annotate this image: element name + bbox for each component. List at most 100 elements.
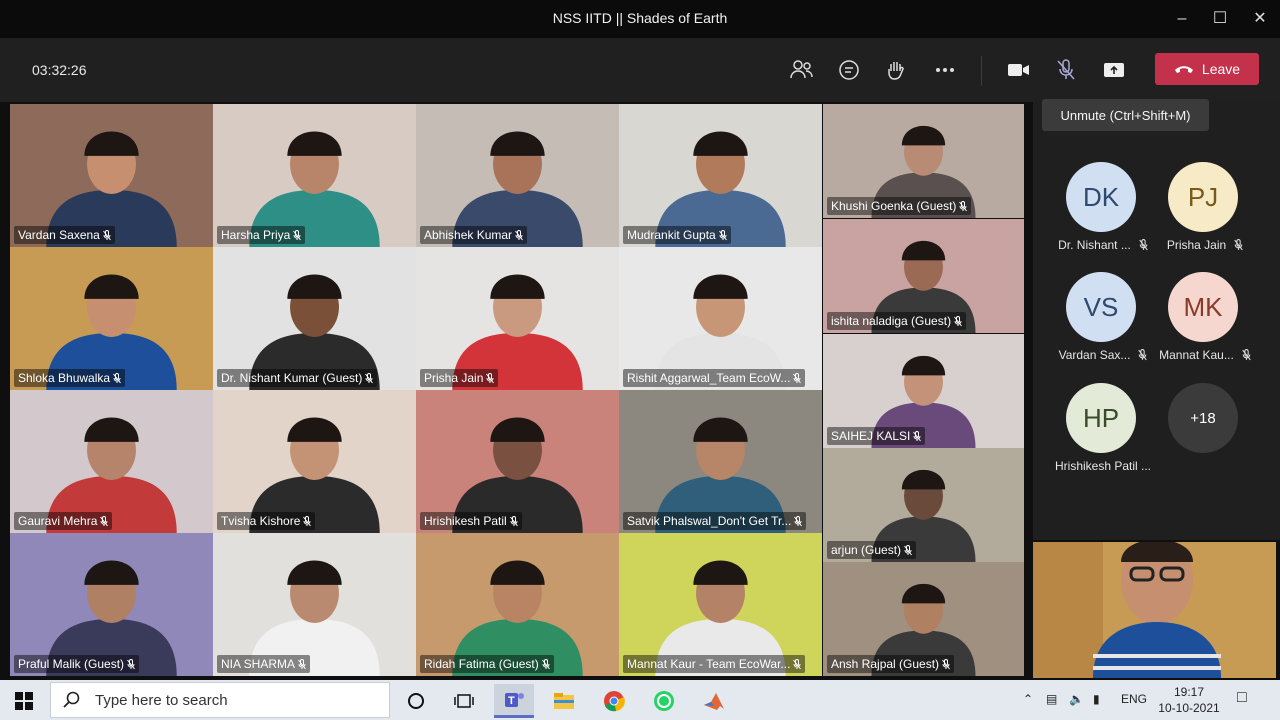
notifications-icon[interactable]: □ bbox=[1237, 689, 1247, 707]
self-view[interactable] bbox=[1033, 542, 1276, 678]
participant-name-label: Gauravi Mehra bbox=[14, 512, 113, 530]
unmute-tooltip: Unmute (Ctrl+Shift+M) bbox=[1042, 99, 1209, 131]
participant-name-label: Mudrankit Gupta bbox=[623, 226, 731, 244]
participant-name: Tvisha Kishore bbox=[221, 514, 301, 528]
video-grid: Vardan Saxena Harsha Priya Abhishek Kuma… bbox=[0, 102, 1030, 680]
sidebar-participant[interactable]: DK Dr. Nishant ... bbox=[1053, 162, 1153, 262]
show-hidden-icons[interactable]: ⌃ bbox=[1023, 692, 1033, 706]
participant-tile[interactable]: Tvisha Kishore bbox=[213, 390, 416, 533]
chrome-icon[interactable] bbox=[594, 684, 634, 718]
mic-muted-icon bbox=[954, 315, 962, 326]
search-icon bbox=[63, 691, 80, 708]
participant-tile[interactable]: Rishit Aggarwal_Team EcoW... bbox=[619, 247, 822, 390]
participant-tile[interactable]: Harsha Priya bbox=[213, 104, 416, 247]
windows-start-icon[interactable] bbox=[4, 684, 44, 718]
avatar: DK bbox=[1066, 162, 1136, 232]
sidebar-participant[interactable]: MK Mannat Kau... bbox=[1155, 272, 1255, 372]
phone-hangup-icon bbox=[1174, 66, 1193, 73]
avatar: MK bbox=[1168, 272, 1238, 342]
participant-name-label: ishita naladiga (Guest) bbox=[827, 312, 967, 330]
maximize-icon[interactable]: ☐ bbox=[1208, 8, 1232, 30]
participant-sidebar: DK Dr. Nishant ... PJ Prisha Jain VS Varda… bbox=[1033, 102, 1280, 540]
participant-name: SAIHEJ KALSI bbox=[831, 429, 911, 443]
sidebar-participant-label: Dr. Nishant ... bbox=[1053, 238, 1153, 252]
participant-tile[interactable]: NIA SHARMA bbox=[213, 533, 416, 676]
search-placeholder: Type here to search bbox=[95, 691, 228, 709]
participant-name: Khushi Goenka (Guest) bbox=[831, 199, 957, 213]
sidebar-participant-name: Vardan Sax... bbox=[1058, 348, 1131, 362]
participant-name-label: Ansh Rajpal (Guest) bbox=[827, 655, 955, 673]
participant-name-label: Mannat Kaur - Team EcoWar... bbox=[623, 655, 806, 673]
mic-muted-icon bbox=[1139, 239, 1148, 251]
mic-muted-icon bbox=[303, 515, 312, 526]
participant-tile[interactable]: Ridah Fatima (Guest) bbox=[416, 533, 619, 676]
matlab-icon[interactable] bbox=[694, 684, 734, 718]
file-explorer-icon[interactable] bbox=[544, 684, 584, 718]
mic-muted-icon bbox=[913, 430, 922, 441]
raise-hand-icon[interactable] bbox=[882, 55, 912, 85]
participant-name-label: Khushi Goenka (Guest) bbox=[827, 197, 972, 215]
sidebar-participant[interactable]: +18 bbox=[1155, 383, 1255, 483]
participant-tile[interactable]: Vardan Saxena bbox=[10, 104, 213, 247]
participant-tile[interactable]: Praful Malik (Guest) bbox=[10, 533, 213, 676]
sidebar-participant[interactable]: PJ Prisha Jain bbox=[1155, 162, 1255, 262]
svg-text:T: T bbox=[508, 695, 515, 707]
participant-tile[interactable]: Gauravi Mehra bbox=[10, 390, 213, 533]
camera-icon[interactable] bbox=[1003, 55, 1033, 85]
participant-tile[interactable]: Satvik Phalswal_Don't Get Tr... bbox=[619, 390, 822, 533]
leave-button[interactable]: Leave bbox=[1155, 53, 1259, 85]
participant-name: Rishit Aggarwal_Team EcoW... bbox=[627, 371, 791, 385]
taskbar-search-box[interactable]: Type here to search bbox=[50, 682, 390, 718]
share-screen-icon[interactable] bbox=[1099, 55, 1129, 85]
participant-tile[interactable]: Hrishikesh Patil bbox=[416, 390, 619, 533]
clock-date: 10-10-2021 bbox=[1158, 701, 1220, 715]
participant-name: Satvik Phalswal_Don't Get Tr... bbox=[627, 514, 792, 528]
participant-name: Hrishikesh Patil bbox=[424, 514, 507, 528]
close-icon[interactable]: ✕ bbox=[1248, 8, 1272, 30]
minimize-icon[interactable]: – bbox=[1170, 8, 1194, 30]
mic-muted-icon bbox=[942, 658, 950, 669]
volume-icon[interactable]: 🔈 bbox=[1069, 692, 1084, 706]
window-title: NSS IITD || Shades of Earth bbox=[552, 10, 728, 26]
battery-icon[interactable]: ▮ bbox=[1093, 692, 1100, 706]
task-view-icon[interactable] bbox=[444, 684, 484, 718]
participant-tile[interactable]: SAIHEJ KALSI bbox=[823, 334, 1024, 448]
participant-tile[interactable]: Ansh Rajpal (Guest) bbox=[823, 562, 1024, 676]
network-icon[interactable]: ▤ bbox=[1046, 692, 1057, 706]
participant-name-label: Dr. Nishant Kumar (Guest) bbox=[217, 369, 378, 387]
participant-name-label: Praful Malik (Guest) bbox=[14, 655, 140, 673]
taskbar-clock[interactable]: 19:17 10-10-2021 bbox=[1158, 684, 1220, 716]
chat-icon[interactable] bbox=[834, 55, 864, 85]
clock-time: 19:17 bbox=[1173, 685, 1205, 699]
teams-icon[interactable]: T bbox=[494, 684, 534, 718]
participants-icon[interactable] bbox=[786, 55, 816, 85]
participant-tile[interactable]: Dr. Nishant Kumar (Guest) bbox=[213, 247, 416, 390]
mic-muted-icon bbox=[102, 229, 111, 240]
participant-tile[interactable]: Shloka Bhuwalka bbox=[10, 247, 213, 390]
mic-muted-icon bbox=[794, 515, 803, 526]
more-options-icon[interactable] bbox=[930, 55, 960, 85]
sidebar-participant[interactable]: VS Vardan Sax... bbox=[1053, 272, 1153, 372]
participant-name: Gauravi Mehra bbox=[18, 514, 98, 528]
participant-tile[interactable]: Mudrankit Gupta bbox=[619, 104, 822, 247]
participant-tile[interactable]: Khushi Goenka (Guest) bbox=[823, 104, 1024, 218]
participant-tile[interactable]: ishita naladiga (Guest) bbox=[823, 219, 1024, 333]
sidebar-participant[interactable]: HP Hrishikesh Patil ... bbox=[1053, 383, 1153, 483]
participant-name: Mudrankit Gupta bbox=[627, 228, 716, 242]
mic-muted-icon bbox=[515, 229, 523, 240]
participant-name-label: Satvik Phalswal_Don't Get Tr... bbox=[623, 512, 807, 530]
mic-muted-icon[interactable] bbox=[1051, 55, 1081, 85]
windows-taskbar: Type here to search T ⌃ ▤ 🔈 ▮ ENG 19:17 … bbox=[0, 680, 1280, 720]
participant-tile[interactable]: Mannat Kaur - Team EcoWar... bbox=[619, 533, 822, 676]
participant-tile[interactable]: Prisha Jain bbox=[416, 247, 619, 390]
whatsapp-icon[interactable] bbox=[644, 684, 684, 718]
participant-tile[interactable]: Abhishek Kumar bbox=[416, 104, 619, 247]
cortana-icon[interactable] bbox=[396, 684, 436, 718]
participant-name-label: Vardan Saxena bbox=[14, 226, 115, 244]
mic-muted-icon bbox=[541, 658, 550, 669]
participant-name: Dr. Nishant Kumar (Guest) bbox=[221, 371, 363, 385]
toolbar-divider bbox=[981, 56, 982, 86]
language-indicator[interactable]: ENG bbox=[1121, 692, 1147, 706]
participant-tile[interactable]: arjun (Guest) bbox=[823, 448, 1024, 562]
meeting-toolbar: 03:32:26 Leave bbox=[0, 38, 1280, 102]
